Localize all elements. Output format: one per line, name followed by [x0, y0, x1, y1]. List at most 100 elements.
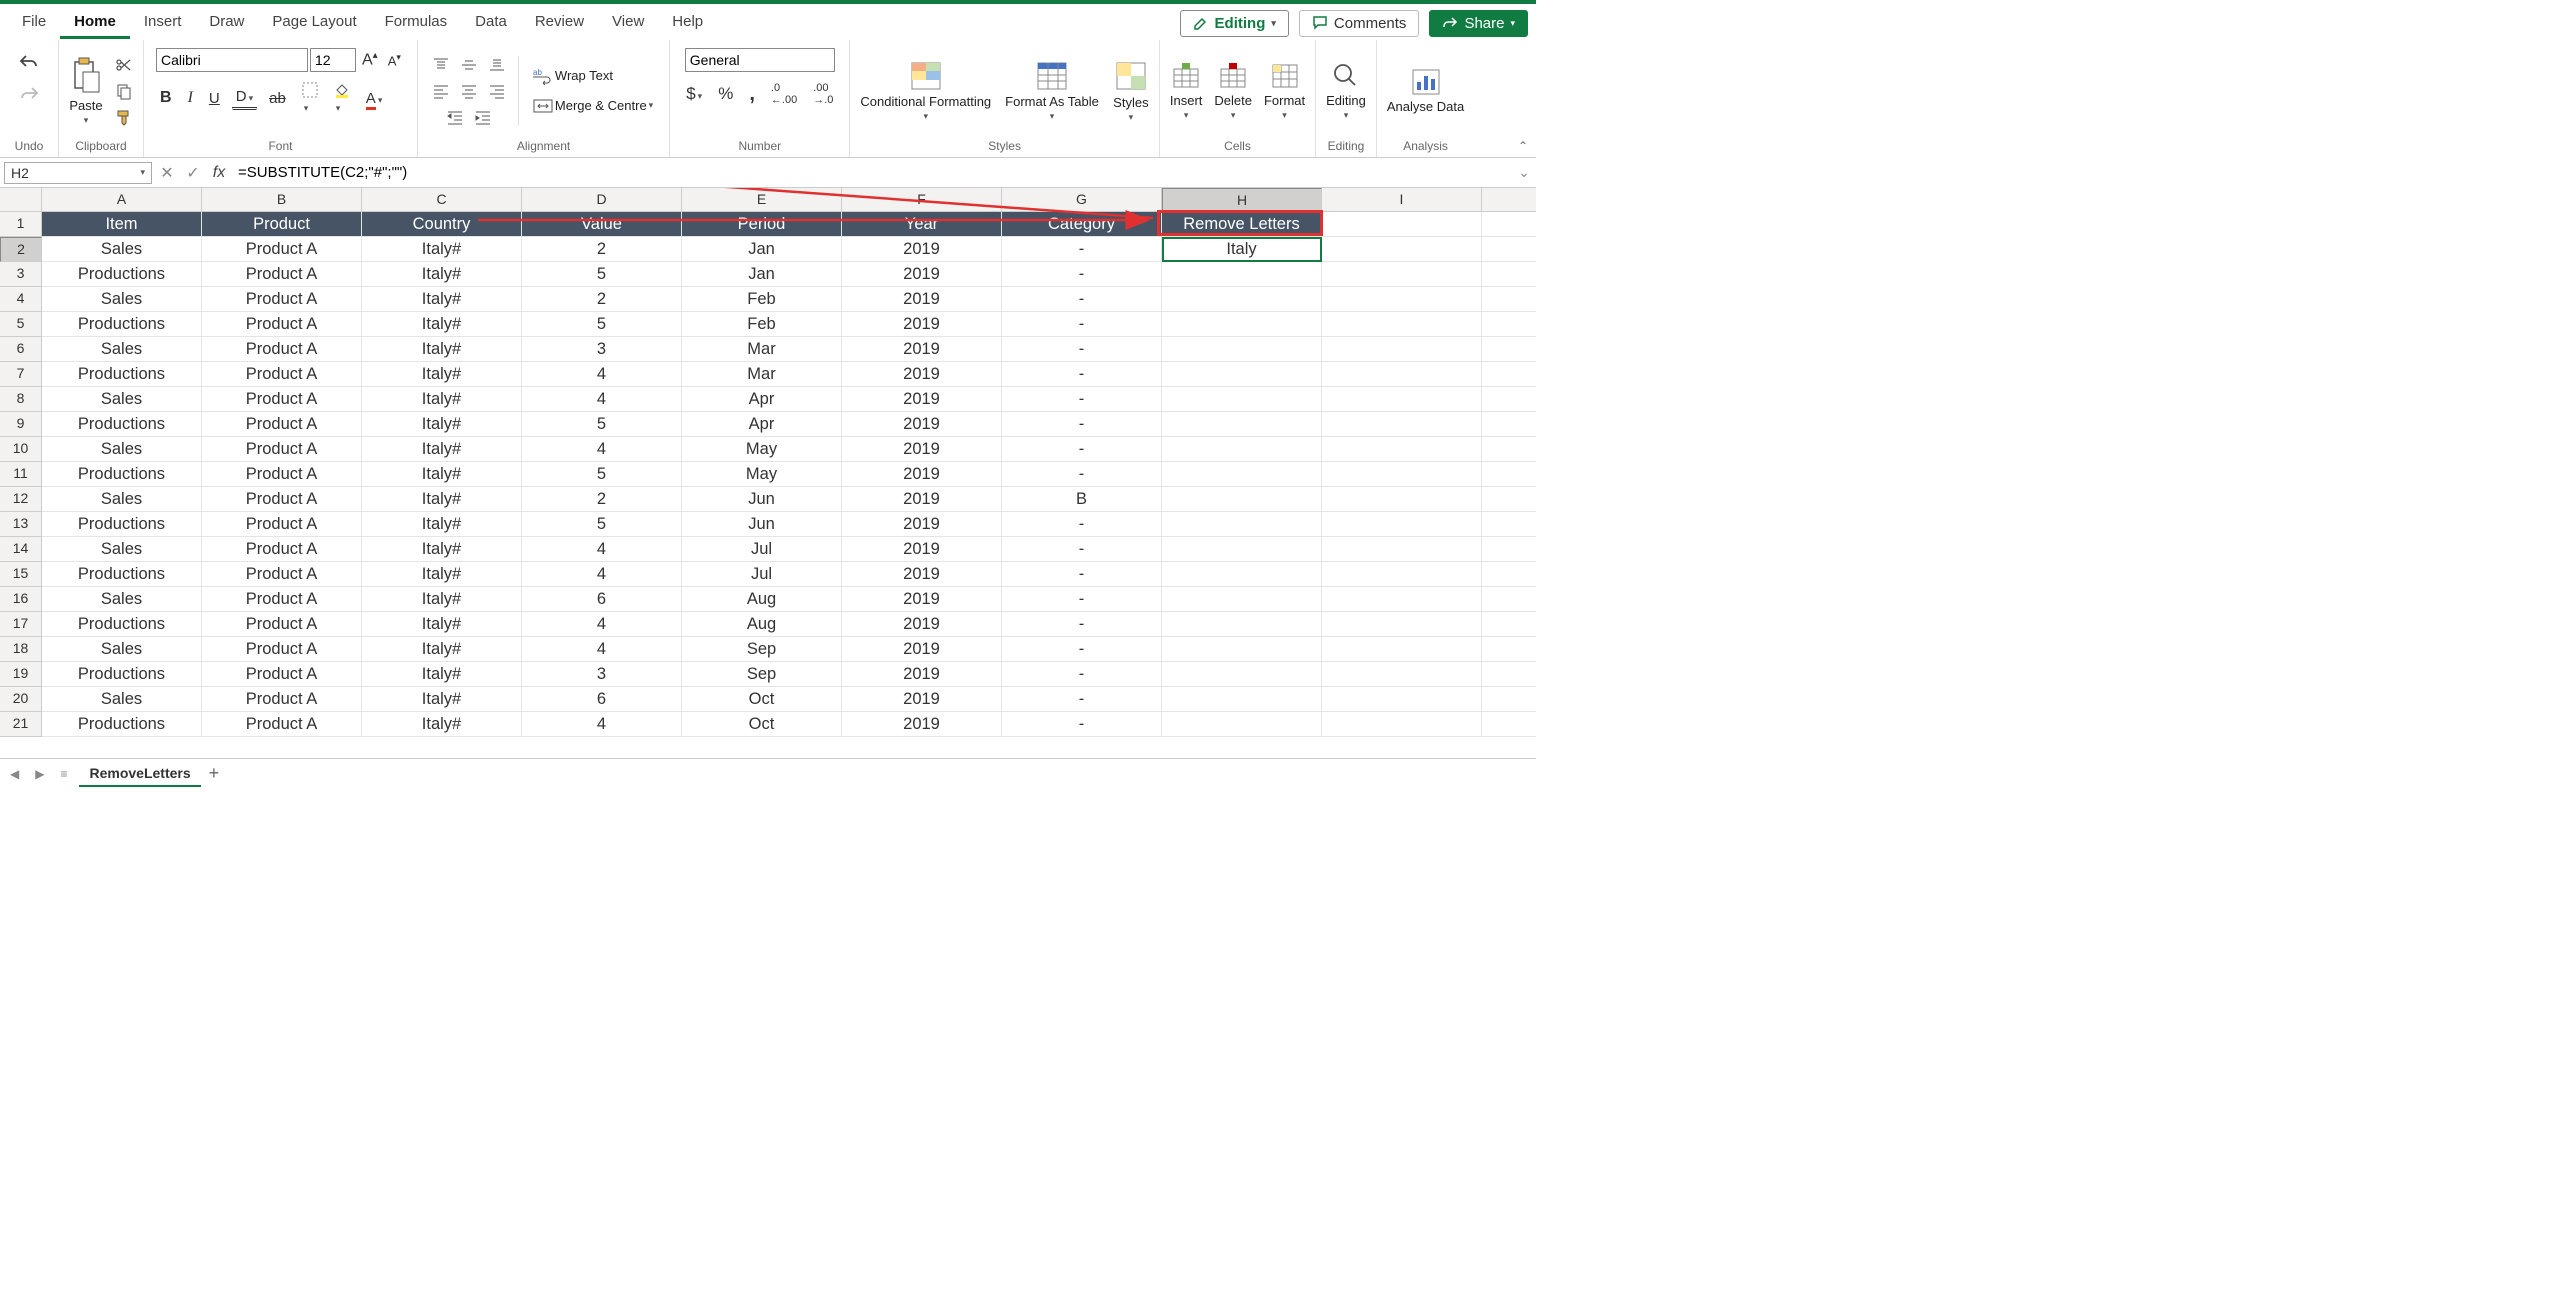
decrease-font-button[interactable]: A▾ — [384, 50, 405, 70]
cell[interactable]: Sales — [42, 337, 202, 362]
cell[interactable] — [1322, 312, 1482, 337]
cell[interactable]: 4 — [522, 362, 682, 387]
cell[interactable]: 2019 — [842, 287, 1002, 312]
cell[interactable]: Italy# — [362, 687, 522, 712]
cell[interactable]: Jul — [682, 537, 842, 562]
delete-cells-button[interactable]: Delete▾ — [1210, 59, 1256, 123]
cell[interactable]: 2 — [522, 287, 682, 312]
cell[interactable]: Jun — [682, 487, 842, 512]
borders-button[interactable] — [298, 80, 322, 116]
align-top-button[interactable] — [428, 55, 454, 75]
cell[interactable]: Feb — [682, 287, 842, 312]
format-as-table-button[interactable]: Format As Table▾ — [1001, 57, 1103, 124]
decrease-decimal-button[interactable]: .00→.0 — [809, 80, 837, 108]
cell[interactable]: May — [682, 437, 842, 462]
select-all-corner[interactable] — [0, 188, 42, 212]
cell[interactable] — [1322, 212, 1482, 237]
cell[interactable]: 2019 — [842, 312, 1002, 337]
cell[interactable]: Productions — [42, 562, 202, 587]
cell[interactable]: Italy# — [362, 587, 522, 612]
cell[interactable]: 4 — [522, 637, 682, 662]
cell[interactable]: 6 — [522, 587, 682, 612]
cell[interactable] — [1322, 537, 1482, 562]
cell[interactable] — [1322, 462, 1482, 487]
cell[interactable]: Jul — [682, 562, 842, 587]
fill-color-button[interactable] — [330, 80, 354, 116]
cell[interactable]: Italy# — [362, 512, 522, 537]
cell[interactable]: - — [1002, 262, 1162, 287]
cell[interactable]: - — [1002, 612, 1162, 637]
cell[interactable]: Jan — [682, 237, 842, 262]
cell[interactable]: Productions — [42, 462, 202, 487]
cell[interactable]: Product A — [202, 537, 362, 562]
cell[interactable]: 4 — [522, 537, 682, 562]
cell[interactable]: Italy# — [362, 712, 522, 737]
sheet-nav-prev[interactable]: ◀ — [6, 767, 23, 781]
cell[interactable]: Product A — [202, 712, 362, 737]
row-header-16[interactable]: 16 — [0, 587, 42, 612]
cell[interactable] — [1482, 237, 1536, 262]
cell[interactable]: 2019 — [842, 712, 1002, 737]
expand-formula-bar-button[interactable]: ⌄ — [1512, 164, 1536, 181]
cell[interactable]: Italy# — [362, 412, 522, 437]
cell[interactable]: 2019 — [842, 612, 1002, 637]
cell[interactable] — [1322, 362, 1482, 387]
format-cells-button[interactable]: Format▾ — [1260, 59, 1309, 123]
column-header-C[interactable]: C — [362, 188, 522, 212]
cell[interactable] — [1322, 237, 1482, 262]
cell[interactable]: Mar — [682, 337, 842, 362]
column-header-J[interactable]: J — [1482, 188, 1536, 212]
align-bottom-button[interactable] — [484, 55, 510, 75]
column-header-H[interactable]: H — [1162, 188, 1322, 212]
cell[interactable]: 2019 — [842, 537, 1002, 562]
cell[interactable] — [1162, 562, 1322, 587]
cell[interactable] — [1322, 287, 1482, 312]
tab-file[interactable]: File — [8, 7, 60, 39]
cut-button[interactable] — [111, 54, 137, 76]
cell[interactable]: - — [1002, 662, 1162, 687]
cell[interactable] — [1162, 337, 1322, 362]
cell[interactable]: Product A — [202, 287, 362, 312]
insert-function-button[interactable]: fx — [206, 164, 232, 182]
cell[interactable]: Product A — [202, 312, 362, 337]
cell[interactable]: Product A — [202, 637, 362, 662]
conditional-formatting-button[interactable]: Conditional Formatting▾ — [856, 57, 995, 124]
cell[interactable]: Aug — [682, 612, 842, 637]
cell[interactable]: 2019 — [842, 637, 1002, 662]
cell[interactable]: Product A — [202, 687, 362, 712]
cell[interactable]: 2019 — [842, 462, 1002, 487]
cell[interactable]: Sales — [42, 437, 202, 462]
cell[interactable] — [1162, 637, 1322, 662]
cell[interactable]: 2019 — [842, 437, 1002, 462]
row-header-20[interactable]: 20 — [0, 687, 42, 712]
row-header-6[interactable]: 6 — [0, 337, 42, 362]
row-header-7[interactable]: 7 — [0, 362, 42, 387]
cell[interactable]: Feb — [682, 312, 842, 337]
sheet-tab-active[interactable]: RemoveLetters — [79, 761, 200, 787]
cell[interactable] — [1482, 587, 1536, 612]
row-header-13[interactable]: 13 — [0, 512, 42, 537]
cell[interactable] — [1162, 437, 1322, 462]
cell[interactable]: - — [1002, 512, 1162, 537]
cell[interactable]: 5 — [522, 312, 682, 337]
cell[interactable]: Italy# — [362, 337, 522, 362]
editing-menu-button[interactable]: Editing▾ — [1322, 59, 1370, 123]
cell[interactable] — [1322, 487, 1482, 512]
cell[interactable] — [1162, 687, 1322, 712]
cell[interactable] — [1322, 587, 1482, 612]
tab-draw[interactable]: Draw — [195, 7, 258, 39]
cell[interactable]: Product A — [202, 462, 362, 487]
row-header-5[interactable]: 5 — [0, 312, 42, 337]
tab-review[interactable]: Review — [521, 7, 598, 39]
tab-page-layout[interactable]: Page Layout — [258, 7, 370, 39]
row-header-10[interactable]: 10 — [0, 437, 42, 462]
cell[interactable]: Product A — [202, 662, 362, 687]
cell[interactable] — [1322, 437, 1482, 462]
column-header-G[interactable]: G — [1002, 188, 1162, 212]
row-header-14[interactable]: 14 — [0, 537, 42, 562]
cell[interactable] — [1322, 262, 1482, 287]
cell[interactable]: Country — [362, 212, 522, 237]
cell[interactable]: - — [1002, 287, 1162, 312]
cell[interactable] — [1482, 662, 1536, 687]
cell[interactable]: 2019 — [842, 512, 1002, 537]
